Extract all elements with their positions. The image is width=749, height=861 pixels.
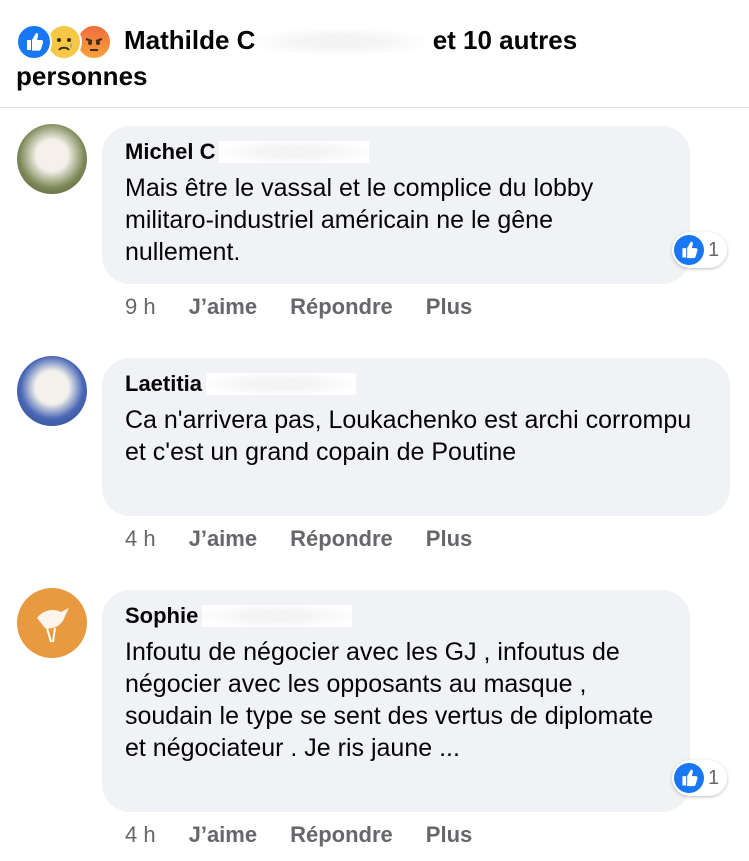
comment-actions: 4 h J’aime Répondre Plus — [125, 822, 472, 848]
like-button[interactable]: J’aime — [189, 822, 258, 848]
comment-bubble: Sophie Infoutu de négocier avec les GJ ,… — [102, 590, 690, 812]
like-icon — [674, 763, 704, 793]
redaction-blur — [202, 605, 353, 627]
reply-button[interactable]: Répondre — [290, 822, 393, 848]
comment-time[interactable]: 4 h — [125, 822, 156, 848]
like-icon — [16, 24, 52, 60]
comment-reaction-count[interactable]: 1 — [672, 760, 728, 796]
dove-icon — [37, 608, 69, 643]
comment-bubble: Laetitia Ca n'arrivera pas, Loukachenko … — [102, 358, 730, 516]
like-button[interactable]: J’aime — [189, 526, 258, 552]
comment-author[interactable]: Laetitia — [125, 370, 706, 398]
comment-actions: 4 h J’aime Répondre Plus — [125, 526, 472, 552]
avatar[interactable] — [17, 588, 87, 658]
more-button[interactable]: Plus — [426, 294, 472, 320]
comment-actions: 9 h J’aime Répondre Plus — [125, 294, 472, 320]
more-button[interactable]: Plus — [426, 822, 472, 848]
like-icon — [674, 235, 704, 265]
comment-author[interactable]: Sophie — [125, 602, 666, 630]
comment-text: Infoutu de négocier avec les GJ , infout… — [125, 638, 654, 762]
redaction-blur — [255, 29, 426, 56]
reply-button[interactable]: Répondre — [290, 526, 393, 552]
more-button[interactable]: Plus — [426, 526, 472, 552]
like-button[interactable]: J’aime — [189, 294, 258, 320]
comment-reaction-count[interactable]: 1 — [672, 232, 728, 268]
avatar[interactable] — [17, 356, 87, 426]
reaction-icons — [16, 24, 126, 60]
comment-time[interactable]: 4 h — [125, 526, 156, 552]
comment-text: Ca n'arrivera pas, Loukachenko est archi… — [125, 406, 692, 466]
avatar[interactable] — [17, 124, 87, 194]
comment-time[interactable]: 9 h — [125, 294, 156, 320]
redaction-blur — [219, 141, 370, 163]
comment-bubble: Michel C Mais être le vassal et le compl… — [102, 126, 690, 284]
reactions-header[interactable]: Mathilde C et 10 autres personnes — [0, 0, 749, 108]
redaction-blur — [206, 373, 357, 395]
comment-text: Mais être le vassal et le complice du lo… — [125, 174, 594, 266]
reactor-name: Mathilde C — [124, 25, 256, 55]
comment-author[interactable]: Michel C — [125, 138, 666, 166]
reply-button[interactable]: Répondre — [290, 294, 393, 320]
